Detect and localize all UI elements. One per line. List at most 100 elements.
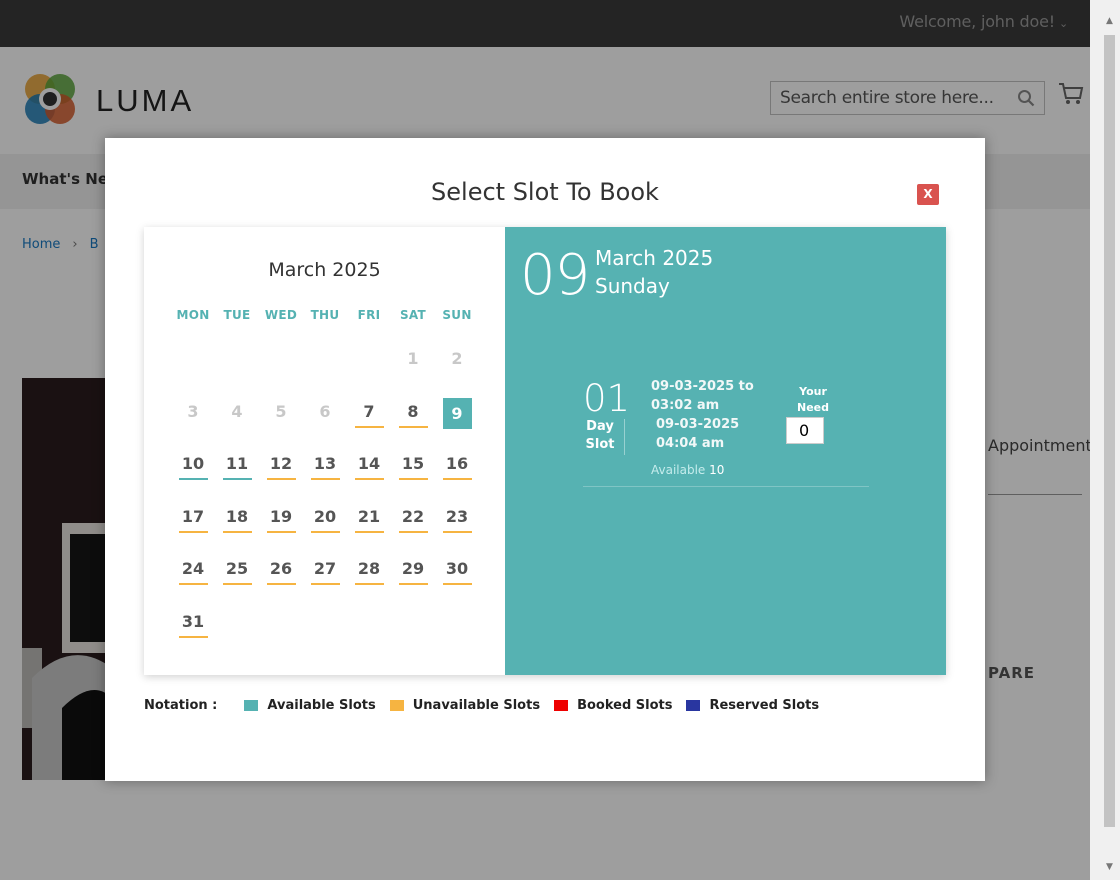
legend-label: Booked Slots: [577, 698, 673, 713]
calendar-day[interactable]: 13: [303, 450, 347, 503]
calendar-day-label: 5: [275, 401, 287, 421]
available-label: Available: [651, 463, 706, 477]
calendar-day-label: 6: [319, 401, 331, 421]
calendar-empty-cell: [303, 608, 347, 661]
calendar-day[interactable]: 14: [347, 450, 391, 503]
weekday-label: MON: [176, 308, 210, 322]
calendar-day: 4: [215, 398, 259, 451]
calendar-day[interactable]: 28: [347, 555, 391, 608]
calendar-day[interactable]: 27: [303, 555, 347, 608]
calendar-day-label: 9: [442, 397, 472, 429]
calendar-day-label: 19: [266, 503, 296, 533]
calendar-grid: 1 2 3 4 5 6 7 8 9 10 11 12 13 14 15 16 17 18 19 20 21 22 23 24 2…: [171, 345, 481, 661]
calendar-day[interactable]: 12: [259, 450, 303, 503]
slot-time: 03:02 am: [651, 398, 720, 413]
calendar-day-label: 8: [398, 398, 428, 428]
scroll-down-icon[interactable]: ▼: [1104, 862, 1115, 876]
calendar-empty-cell: [347, 608, 391, 661]
calendar-week-row: 12: [171, 345, 481, 398]
calendar-empty-cell: [347, 345, 391, 398]
need-label-line: Need: [796, 401, 829, 414]
calendar-day-label: 30: [442, 555, 472, 586]
slot-number: 01: [583, 377, 631, 420]
calendar-day[interactable]: 25: [215, 555, 259, 608]
calendar-day-label: 2: [451, 349, 463, 368]
calendar-day[interactable]: 20: [303, 503, 347, 556]
calendar-day-label: 7: [354, 398, 384, 428]
scrollbar[interactable]: ▲ ▼: [1090, 0, 1120, 880]
calendar-day-label: 18: [222, 503, 252, 533]
calendar-day-label: 27: [310, 555, 340, 586]
calendar-day: 1: [391, 345, 435, 398]
calendar-day-label: 24: [178, 555, 208, 586]
weekday-label: THU: [310, 308, 340, 322]
legend-label: Reserved Slots: [709, 698, 820, 713]
calendar-day-label: 25: [222, 555, 252, 586]
calendar-day[interactable]: 7: [347, 398, 391, 451]
calendar-day[interactable]: 22: [391, 503, 435, 556]
calendar-day: 5: [259, 398, 303, 451]
calendar-day-label: 13: [310, 450, 340, 481]
calendar-day[interactable]: 15: [391, 450, 435, 503]
calendar-day[interactable]: 29: [391, 555, 435, 608]
calendar-empty-cell: [303, 345, 347, 398]
calendar-day-label: 31: [178, 608, 208, 638]
legend-swatch: [554, 700, 569, 711]
close-button[interactable]: X: [917, 184, 939, 205]
scroll-up-icon[interactable]: ▲: [1104, 16, 1115, 30]
calendar-day: 2: [435, 345, 479, 398]
calendar-day-label: 10: [178, 450, 208, 481]
quantity-input[interactable]: [786, 417, 824, 444]
notation-label: Notation :: [144, 698, 218, 713]
available-count: 10: [709, 463, 725, 477]
calendar-day[interactable]: 30: [435, 555, 479, 608]
calendar-day-label: 21: [354, 503, 384, 533]
calendar-day[interactable]: 18: [215, 503, 259, 556]
calendar-empty-cell: [215, 608, 259, 661]
calendar-day-label: 11: [222, 450, 252, 481]
calendar-day-label: 22: [398, 503, 428, 533]
calendar-widget: March 2025 MON TUE WED THU FRI SAT SUN 1…: [144, 227, 946, 675]
legend-item: Reserved Slots: [686, 698, 819, 713]
slot-label: Day: [586, 419, 614, 434]
calendar-day[interactable]: 21: [347, 503, 391, 556]
calendar-day[interactable]: 24: [171, 555, 215, 608]
calendar-day[interactable]: 10: [171, 450, 215, 503]
calendar-week-row: 17 18 19 20 21 22 23: [171, 503, 481, 556]
need-label-line: Your: [799, 385, 827, 398]
calendar-day-label: 14: [354, 450, 384, 481]
selected-weekday: Sunday: [595, 274, 670, 298]
calendar-day[interactable]: 16: [435, 450, 479, 503]
calendar-day[interactable]: 11: [215, 450, 259, 503]
calendar-day: 6: [303, 398, 347, 451]
calendar-day-label: 16: [442, 450, 472, 481]
calendar-day[interactable]: 19: [259, 503, 303, 556]
calendar-day[interactable]: 23: [435, 503, 479, 556]
weekday-header: MON TUE WED THU FRI SAT SUN: [171, 308, 481, 322]
calendar-day[interactable]: 31: [171, 608, 215, 661]
calendar-week-row: 24 25 26 27 28 29 30: [171, 555, 481, 608]
weekday-label: FRI: [357, 308, 381, 322]
calendar-empty-cell: [259, 345, 303, 398]
calendar-day-label: 29: [398, 555, 428, 586]
calendar-empty-cell: [391, 608, 435, 661]
calendar-day[interactable]: 17: [171, 503, 215, 556]
calendar-day-label: 17: [178, 503, 208, 533]
modal-title: Select Slot To Book: [431, 178, 659, 206]
time-slot[interactable]: 01 Day Slot 09-03-2025 to 03:02 am 09-03…: [583, 375, 869, 487]
calendar-day[interactable]: 8: [391, 398, 435, 451]
calendar-week-row: 10 11 12 13 14 15 16: [171, 450, 481, 503]
notation-legend: Notation : Available Slots Unavailable S…: [144, 698, 833, 713]
selected-month-year: March 2025: [595, 246, 714, 270]
calendar-day[interactable]: 26: [259, 555, 303, 608]
calendar-day[interactable]: 9: [435, 397, 479, 451]
slot-time: 09-03-2025 to: [651, 379, 754, 394]
legend-swatch: [244, 700, 259, 711]
legend-swatch: [389, 700, 404, 711]
calendar-day-label: 28: [354, 555, 384, 586]
slot-booking-modal: Select Slot To Book X March 2025 MON TUE…: [105, 138, 985, 781]
divider: [624, 419, 625, 455]
scrollbar-thumb[interactable]: [1104, 35, 1115, 827]
calendar-panel: March 2025 MON TUE WED THU FRI SAT SUN 1…: [144, 227, 505, 675]
legend-label: Unavailable Slots: [412, 698, 541, 713]
